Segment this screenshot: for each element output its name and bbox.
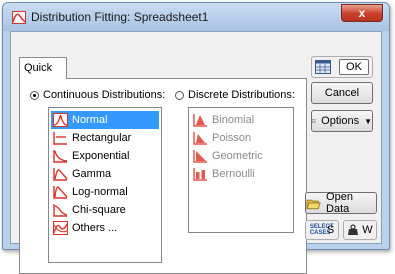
options-icon [312, 119, 317, 123]
list-item-chi-square[interactable]: Chi-square [51, 201, 159, 219]
list-item-label: Chi-square [72, 204, 126, 216]
list-item-binomial: Binomial [191, 111, 291, 129]
open-data-button[interactable]: Open Data [305, 191, 377, 215]
weight-icon [348, 224, 359, 235]
list-item-gamma[interactable]: Gamma [51, 165, 159, 183]
continuous-radio-indicator [30, 90, 39, 100]
list-item-label: Gamma [72, 168, 112, 180]
tab-quick[interactable]: Quick [19, 57, 67, 79]
open-data-label: Open Data [326, 191, 353, 215]
geometric-bars-icon [193, 150, 207, 163]
list-item-label: Exponential [72, 150, 130, 162]
list-item-geometric: Geometric [191, 147, 291, 165]
title-bar[interactable]: Distribution Fitting: Spreadsheet1 x [3, 3, 389, 31]
rectangular-icon [53, 132, 67, 145]
list-item-normal[interactable]: Normal [51, 111, 159, 129]
continuous-distributions-radio[interactable]: Continuous Distributions: [30, 89, 165, 101]
weight-button[interactable]: W [343, 220, 377, 240]
discrete-radio-label: Discrete Distributions: [188, 89, 295, 101]
list-item-label: Others ... [72, 222, 118, 234]
discrete-distributions-radio[interactable]: Discrete Distributions: [175, 89, 295, 101]
list-item-label: Binomial [212, 114, 255, 126]
poisson-bars-icon [193, 132, 207, 145]
list-item-label: Normal [72, 114, 108, 126]
others-distribution-icon [53, 221, 68, 235]
list-item-log-normal[interactable]: Log-normal [51, 183, 159, 201]
select-cases-button[interactable]: SELECT CASES S [305, 220, 339, 240]
discrete-distributions-list: Binomial Poisson Geometric Bernoulli [188, 107, 294, 233]
spreadsheet-icon [315, 60, 331, 74]
gamma-curve-icon [53, 168, 68, 181]
select-cases-icon: SELECT CASES [309, 224, 334, 236]
ok-button[interactable]: OK [311, 56, 373, 78]
list-item-label: Poisson [212, 132, 252, 144]
bernoulli-bars-icon [193, 168, 207, 181]
list-item-exponential[interactable]: Exponential [51, 147, 159, 165]
tab-quick-label: Quick [24, 62, 53, 74]
cancel-label: Cancel [324, 87, 360, 99]
open-folder-icon [306, 199, 321, 209]
close-icon: x [358, 6, 366, 20]
options-button[interactable]: Options ▼ [311, 110, 373, 132]
list-item-label: Geometric [212, 150, 263, 162]
list-item-rectangular[interactable]: Rectangular [51, 129, 159, 147]
continuous-distributions-list[interactable]: Normal Rectangular Exponential Gamma Log… [48, 107, 162, 263]
dialog-client-area: Quick Continuous Distributions: Discrete… [10, 31, 382, 274]
normal-curve-icon [53, 113, 68, 127]
dialog-window: Distribution Fitting: Spreadsheet1 x Qui… [2, 2, 390, 274]
window-title: Distribution Fitting: Spreadsheet1 [31, 10, 209, 24]
list-item-poisson: Poisson [191, 129, 291, 147]
options-label: Options [321, 115, 360, 127]
list-item-label: Bernoulli [212, 168, 255, 180]
list-item-bernoulli: Bernoulli [191, 165, 291, 183]
exponential-curve-icon [53, 150, 68, 163]
cancel-button[interactable]: Cancel [311, 82, 373, 104]
chevron-down-icon: ▼ [364, 116, 372, 126]
ok-label: OK [346, 61, 362, 73]
close-button[interactable]: x [341, 4, 383, 22]
select-cases-label: S [326, 224, 335, 236]
chi-square-curve-icon [53, 204, 68, 217]
continuous-radio-label: Continuous Distributions: [43, 89, 166, 101]
weight-label: W [362, 224, 373, 236]
quick-tab-panel: Continuous Distributions: Discrete Distr… [19, 78, 307, 274]
list-item-others[interactable]: Others ... [51, 219, 159, 237]
discrete-radio-indicator [175, 90, 184, 100]
list-item-label: Rectangular [72, 132, 132, 144]
binomial-bars-icon [193, 114, 207, 127]
ok-label-box: OK [339, 59, 369, 75]
distribution-fitting-app-icon [12, 11, 26, 24]
list-item-label: Log-normal [72, 186, 128, 198]
log-normal-curve-icon [53, 186, 68, 199]
